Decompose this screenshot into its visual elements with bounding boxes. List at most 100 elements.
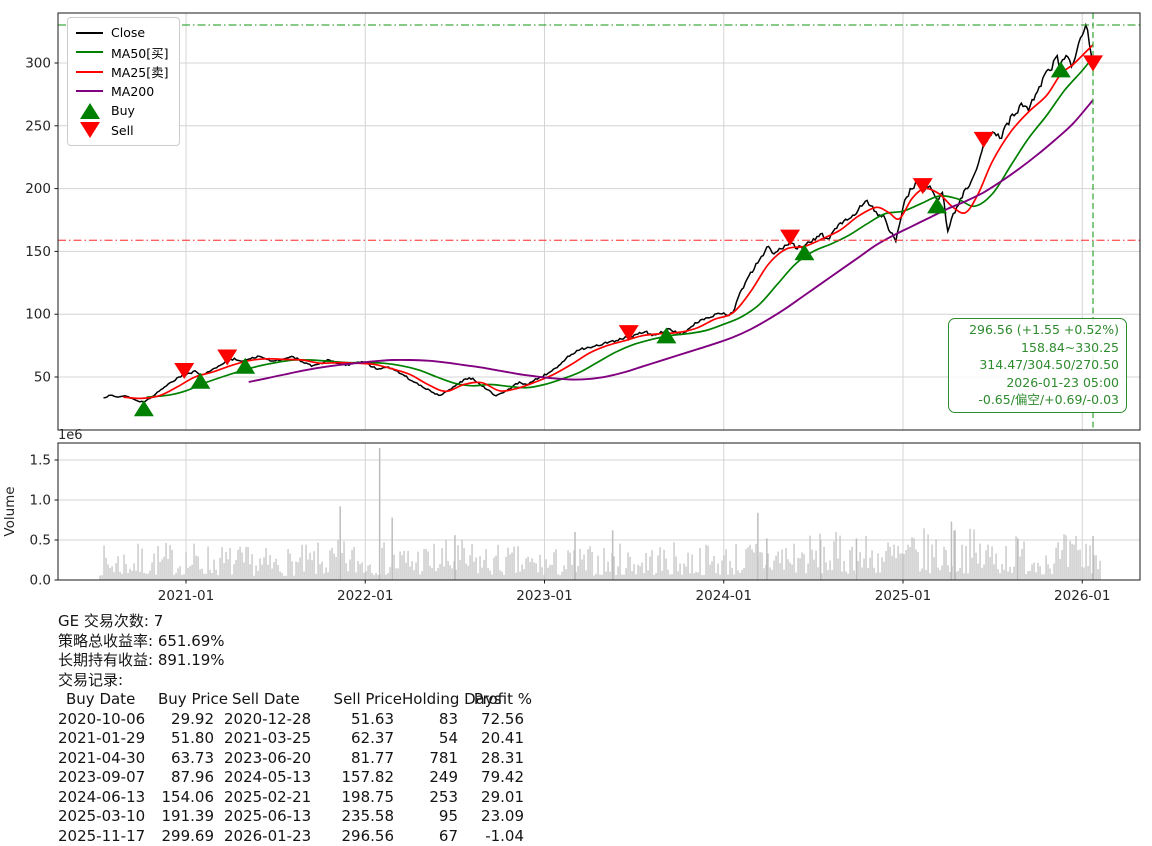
volume-bar [525, 558, 527, 580]
volume-bar [333, 553, 335, 580]
volume-bar [851, 546, 853, 580]
volume-bar [833, 541, 835, 580]
volume-bar [651, 550, 653, 580]
volume-bar [311, 560, 313, 580]
volume-bar [631, 571, 633, 580]
volume-bar [153, 553, 155, 580]
volume-bar [995, 553, 997, 580]
volume-bar [559, 575, 561, 580]
trade-cell: 191.39 [161, 807, 215, 825]
volume-bar [783, 569, 785, 580]
volume-bar [761, 552, 763, 580]
volume-bar [257, 570, 259, 580]
volume-bar [121, 573, 123, 580]
x-tick-label: 2022-01 [337, 588, 393, 604]
volume-bar [285, 575, 287, 580]
volume-bar [845, 571, 847, 580]
volume-bar [967, 573, 969, 580]
volume-y-tick-label: 1.0 [30, 493, 51, 509]
volume-bar [457, 545, 459, 580]
volume-bar [643, 573, 645, 580]
price-y-tick-label: 150 [25, 244, 51, 260]
volume-bar [485, 549, 487, 580]
volume-bar [339, 506, 341, 580]
trade-cell: -1.04 [485, 826, 524, 845]
volume-bar [319, 564, 321, 580]
close-line [103, 22, 1094, 404]
volume-bar [891, 555, 893, 580]
volume-bar [409, 566, 411, 580]
sell-triangle-icon [79, 122, 100, 139]
volume-bar [1023, 541, 1025, 580]
volume-bar [499, 570, 501, 580]
volume-bar [523, 569, 525, 580]
volume-bar [925, 569, 927, 580]
volume-bar [1031, 564, 1033, 580]
volume-bar [429, 565, 431, 580]
volume-bar [569, 552, 571, 580]
volume-bar [327, 572, 329, 580]
volume-bar [817, 567, 819, 580]
volume-bar [939, 570, 941, 580]
volume-bar [897, 545, 899, 580]
volume-bar [941, 565, 943, 580]
volume-bar [937, 567, 939, 580]
volume-bar [819, 540, 822, 580]
volume-bar [663, 549, 665, 580]
volume-bar [521, 564, 523, 580]
volume-bar [893, 544, 895, 580]
trade-cell: 20.41 [481, 729, 524, 747]
volume-bar [635, 574, 637, 580]
volume-bar [875, 572, 877, 580]
volume-bar [195, 555, 197, 580]
volume-bar [599, 574, 601, 580]
volume-bar [253, 575, 255, 580]
volume-bar [919, 571, 921, 580]
volume-bar [555, 549, 557, 580]
volume-bar [617, 566, 619, 580]
strategy-summary: GE 交易次数: 7 策略总收益率: 651.69% 长期持有收益: 891.1… [58, 612, 532, 846]
volume-bar [213, 559, 215, 580]
volume-bar [303, 571, 305, 580]
legend-swatch [76, 102, 103, 119]
price-y-tick-label: 100 [25, 307, 51, 323]
volume-bar [347, 571, 349, 580]
volume-bar [159, 562, 161, 580]
volume-bar [391, 517, 393, 580]
volume-bar [205, 573, 207, 580]
volume-bar [719, 574, 721, 580]
volume-bar [721, 560, 723, 580]
volume-bar [665, 558, 667, 580]
volume-bar [691, 554, 693, 580]
volume-bar [861, 567, 863, 580]
volume-bar [954, 530, 956, 580]
volume-bar [679, 563, 681, 580]
volume-bar [305, 544, 307, 580]
volume-bar [517, 546, 519, 580]
volume-bar [1053, 563, 1055, 580]
trade-cell: 2020-10-06 [58, 709, 146, 728]
volume-bar [465, 563, 467, 580]
volume-bar [859, 552, 861, 580]
volume-bar [183, 574, 185, 580]
volume-bar [225, 551, 227, 580]
volume-bar [1001, 563, 1003, 580]
volume-bar [165, 542, 167, 580]
volume-bar [1049, 568, 1051, 580]
volume-bar [275, 558, 277, 580]
volume-bar [325, 567, 327, 580]
volume-bar [877, 553, 879, 580]
trade-records-table: Buy Date Buy Price Sell Date Sell Price Hold… [58, 690, 532, 846]
volume-bar [223, 563, 225, 580]
volume-bar [209, 569, 211, 580]
volume-bar [815, 550, 817, 580]
volume-bar [653, 575, 655, 580]
volume-bar [473, 561, 475, 580]
chart-legend: Close MA50[买] MA25[卖] MA200 Buy Sell [67, 17, 180, 146]
volume-bar [321, 561, 323, 580]
volume-bar [1027, 571, 1029, 580]
volume-bar [341, 552, 343, 580]
last-bar-annotation: 296.56 (+1.55 +0.52%) 158.84~330.25 314.… [948, 318, 1127, 413]
summary-trades-title: 交易记录: [58, 670, 124, 689]
volume-bar [945, 549, 947, 580]
